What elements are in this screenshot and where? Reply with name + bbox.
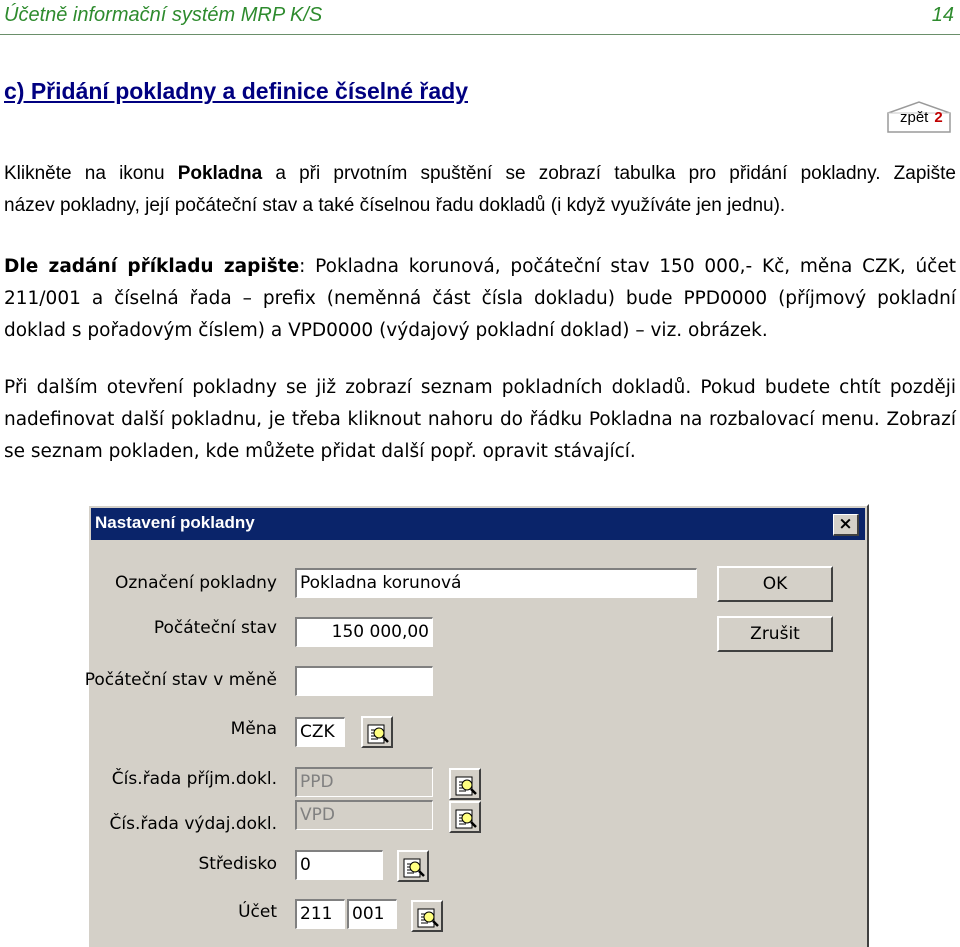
lookup-icon (403, 858, 425, 878)
mena-input[interactable]: CZK (295, 717, 345, 747)
section-heading: c) Přidání pokladny a definice číselné ř… (4, 78, 468, 104)
lookup-icon (367, 724, 389, 744)
label-rada-prijem: Čís.řada příjm.dokl. (111, 769, 277, 789)
pokladna-bold: Pokladna (177, 163, 263, 184)
page-number: 14 (931, 4, 954, 26)
dialog-title: Nastavení pokladny (95, 513, 255, 532)
followup-line-1: Při dalším otevření pokladny se již zobr… (4, 377, 956, 398)
intro-paragraph: Klikněte na ikonu Pokladna a při prvotní… (4, 158, 956, 222)
back-link[interactable]: zpět 2 (884, 101, 954, 133)
instruction-line-1: Dle zadání příkladu zapište: Pokladna ko… (4, 251, 956, 283)
close-icon[interactable]: × (833, 514, 859, 536)
back-link-label: zpět (900, 109, 929, 126)
intro-text-b: a při prvotním spuštění se zobrazí tabul… (262, 163, 956, 184)
rada-vydaj-lookup-button[interactable] (449, 801, 481, 833)
ucet-analyticky-input[interactable]: 001 (347, 899, 397, 929)
ucet-synteticky-input[interactable]: 211 (295, 899, 345, 929)
instruction-line-3: doklad s pořadovým číslem) a VPD0000 (vý… (4, 320, 768, 341)
ucet-lookup-button[interactable] (411, 900, 443, 932)
followup-paragraph: Při dalším otevření pokladny se již zobr… (4, 372, 956, 468)
rada-prijem-input: PPD (295, 767, 433, 797)
label-ucet: Účet (238, 902, 277, 922)
cancel-button[interactable]: Zrušit (717, 616, 833, 652)
rada-vydaj-input: VPD (295, 800, 433, 830)
document-title: Účetně informační systém MRP K/S (4, 4, 323, 26)
instruction-bold-lead: Dle zadání příkladu zapište (4, 256, 300, 277)
back-link-text[interactable]: zpět 2 (900, 109, 943, 126)
cash-desk-settings-dialog: Nastavení pokladny × Označení pokladny P… (84, 504, 869, 947)
label-pocatecni-stav-v-mene: Počáteční stav v měně (84, 670, 277, 690)
followup-line-3: se seznam pokladen, kde můžete přidat da… (4, 441, 636, 462)
label-stredisko: Středisko (198, 854, 277, 874)
dialog-titlebar: Nastavení pokladny × (91, 508, 865, 540)
oznaceni-pokladny-input[interactable]: Pokladna korunová (295, 568, 697, 598)
label-mena: Měna (230, 719, 277, 739)
label-rada-vydaj: Čís.řada výdaj.dokl. (109, 814, 278, 834)
intro-text-a: Klikněte na ikonu (4, 163, 178, 184)
lookup-icon (455, 809, 477, 829)
lookup-icon (455, 776, 477, 796)
lookup-icon (417, 908, 439, 928)
back-link-number: 2 (934, 109, 943, 126)
ok-button[interactable]: OK (717, 566, 833, 602)
label-pocatecni-stav: Počáteční stav (153, 618, 277, 638)
mena-lookup-button[interactable] (361, 716, 393, 748)
header-divider (0, 34, 960, 35)
intro-line-1: Klikněte na ikonu Pokladna a při prvotní… (4, 158, 956, 190)
stredisko-lookup-button[interactable] (397, 850, 429, 882)
label-oznaceni-pokladny: Označení pokladny (114, 573, 277, 593)
pocatecni-stav-input[interactable]: 150 000,00 (295, 617, 433, 647)
instruction-line-1-rest: : Pokladna korunová, počáteční stav 150 … (299, 256, 956, 277)
instruction-line-2: 211/001 a číselná řada – prefix (neměnná… (4, 288, 956, 309)
intro-line-2: název pokladny, její počáteční stav a ta… (4, 195, 786, 216)
stredisko-input[interactable]: 0 (295, 850, 383, 880)
rada-prijem-lookup-button[interactable] (449, 768, 481, 800)
pocatecni-stav-v-mene-input[interactable] (295, 666, 433, 696)
followup-line-2: nadefinovat další pokladnu, je třeba kli… (4, 409, 956, 430)
instruction-paragraph: Dle zadání příkladu zapište: Pokladna ko… (4, 251, 956, 347)
